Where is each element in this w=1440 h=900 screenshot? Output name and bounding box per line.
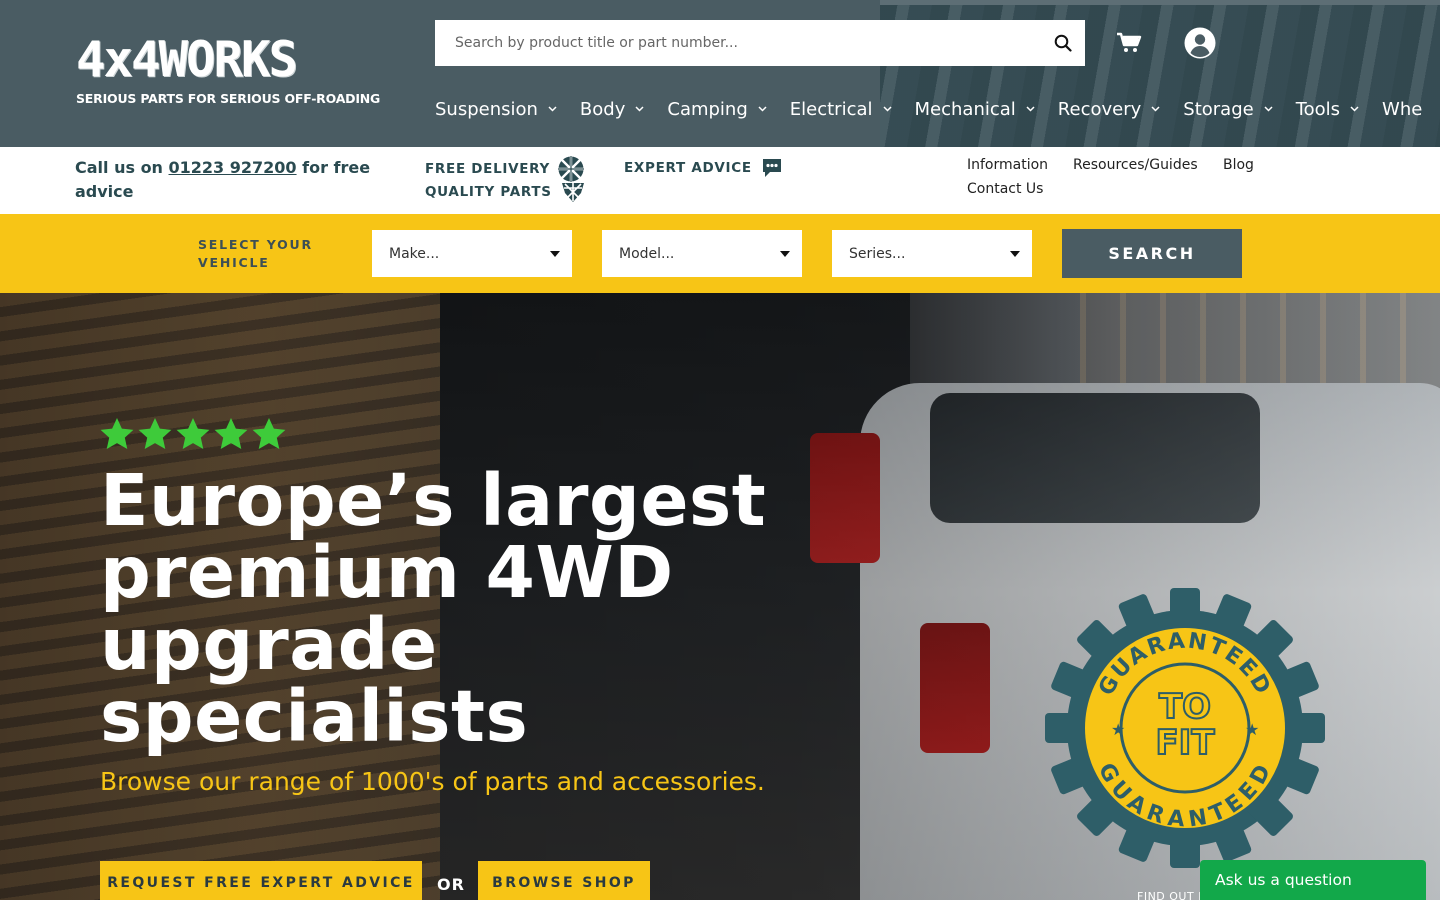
link-resources-guides[interactable]: Resources/Guides	[1073, 157, 1198, 173]
badge-to-text: TO	[1159, 687, 1211, 727]
usp-label: FREE DELIVERY	[425, 161, 551, 177]
nav-item-suspension[interactable]: Suspension	[435, 96, 557, 122]
hero-title: Europe’s largest premium 4WD upgrade spe…	[100, 459, 767, 758]
account-icon[interactable]	[1184, 27, 1216, 59]
nav-item-mechanical[interactable]: Mechanical	[915, 96, 1035, 122]
vehicle-search-button[interactable]: SEARCH	[1062, 229, 1242, 278]
info-bar: Call us on 01223 927200 for free advice …	[0, 147, 1440, 214]
model-select-value: Model...	[619, 245, 675, 262]
nav-item-storage[interactable]: Storage	[1183, 96, 1273, 122]
nav-label: Electrical	[789, 98, 873, 120]
logo-tagline: SERIOUS PARTS FOR SERIOUS OFF-ROADING	[76, 91, 381, 106]
label-line: VEHICLE	[198, 255, 270, 270]
rating-stars	[100, 418, 286, 450]
star-icon	[176, 418, 210, 450]
make-select-value: Make...	[389, 245, 440, 262]
search-icon[interactable]	[1041, 20, 1085, 66]
link-contact-us[interactable]: Contact Us	[967, 181, 1043, 197]
caret-down-icon	[780, 251, 790, 257]
usp-label: QUALITY PARTS	[425, 184, 552, 200]
model-select[interactable]: Model...	[602, 230, 802, 277]
search-input[interactable]	[435, 20, 1041, 66]
nav-item-electrical[interactable]: Electrical	[790, 96, 892, 122]
uk-flag-icon	[558, 156, 585, 182]
logo-wordmark: 4x4WORKS	[76, 31, 298, 88]
nav-label: Camping	[667, 98, 748, 120]
chevron-down-icon	[548, 106, 557, 112]
header-topline	[880, 0, 1440, 5]
chevron-down-icon	[882, 106, 892, 112]
shield-icon	[561, 183, 584, 202]
svg-text:★: ★	[1245, 720, 1259, 739]
caret-down-icon	[1010, 251, 1020, 257]
chevron-down-icon	[1350, 106, 1359, 112]
call-us-text: Call us on 01223 927200 for free advice	[75, 156, 385, 204]
chevron-down-icon	[635, 106, 644, 112]
link-blog[interactable]: Blog	[1223, 157, 1254, 173]
series-select[interactable]: Series...	[832, 230, 1032, 277]
nav-label: Mechanical	[914, 98, 1016, 120]
usp-free-delivery: FREE DELIVERY	[425, 156, 585, 182]
browse-shop-button[interactable]: BROWSE SHOP	[478, 861, 650, 900]
main-nav: Suspension Body Camping Electrical Mecha…	[435, 96, 1440, 122]
nav-item-camping[interactable]: Camping	[667, 96, 767, 122]
chevron-down-icon	[1151, 106, 1160, 112]
guaranteed-to-fit-badge-icon: GUARANTEED GUARANTEED ★ ★ TO FIT	[1045, 588, 1325, 868]
site-logo[interactable]: 4x4WORKS SERIOUS PARTS FOR SERIOUS OFF-R…	[76, 31, 381, 107]
chevron-down-icon	[758, 106, 767, 112]
star-icon	[214, 418, 248, 450]
badge-fit-text: FIT	[1155, 723, 1215, 763]
vehicle-selector: SELECT YOUR VEHICLE Make... Model... Ser…	[0, 214, 1440, 293]
nav-label: Tools	[1295, 98, 1341, 120]
nav-item-wheels[interactable]: Whe	[1382, 96, 1422, 122]
nav-label: Recovery	[1057, 98, 1142, 120]
site-header: 4x4WORKS SERIOUS PARTS FOR SERIOUS OFF-R…	[0, 0, 1440, 147]
series-select-value: Series...	[849, 245, 906, 262]
make-select[interactable]: Make...	[372, 230, 572, 277]
chat-label: Ask us a question	[1215, 871, 1352, 889]
hero-banner: Europe’s largest premium 4WD upgrade spe…	[0, 293, 1440, 900]
star-icon	[100, 418, 134, 450]
call-prefix: Call us on	[75, 158, 169, 177]
phone-link[interactable]: 01223 927200	[169, 158, 297, 177]
label-line: SELECT YOUR	[198, 237, 313, 252]
nav-label: Whe	[1382, 98, 1423, 120]
or-separator: OR	[437, 875, 465, 894]
link-information[interactable]: Information	[967, 157, 1048, 173]
nav-label: Suspension	[435, 98, 538, 120]
nav-item-recovery[interactable]: Recovery	[1058, 96, 1160, 122]
usp-quality-parts: QUALITY PARTS	[425, 181, 586, 203]
caret-down-icon	[550, 251, 560, 257]
search-bar	[435, 20, 1085, 66]
star-icon	[138, 418, 172, 450]
chat-widget-button[interactable]: Ask us a question	[1200, 860, 1426, 900]
find-out-more-link[interactable]: FIND OUT M	[1137, 890, 1208, 900]
nav-label: Storage	[1183, 98, 1254, 120]
star-icon	[252, 418, 286, 450]
nav-item-tools[interactable]: Tools	[1296, 96, 1359, 122]
cart-icon[interactable]	[1115, 30, 1143, 56]
usp-label: EXPERT ADVICE	[624, 160, 752, 176]
usp-expert-advice: EXPERT ADVICE	[624, 156, 784, 180]
chevron-down-icon	[1026, 106, 1035, 112]
nav-item-body[interactable]: Body	[580, 96, 644, 122]
chevron-down-icon	[1264, 106, 1273, 112]
nav-label: Body	[579, 98, 626, 120]
svg-text:★: ★	[1111, 720, 1125, 739]
chat-bubble-icon	[762, 159, 781, 177]
request-advice-button[interactable]: REQUEST FREE EXPERT ADVICE	[100, 861, 422, 900]
vehicle-selector-label: SELECT YOUR VEHICLE	[198, 236, 313, 272]
hero-subtitle: Browse our range of 1000's of parts and …	[100, 767, 765, 796]
